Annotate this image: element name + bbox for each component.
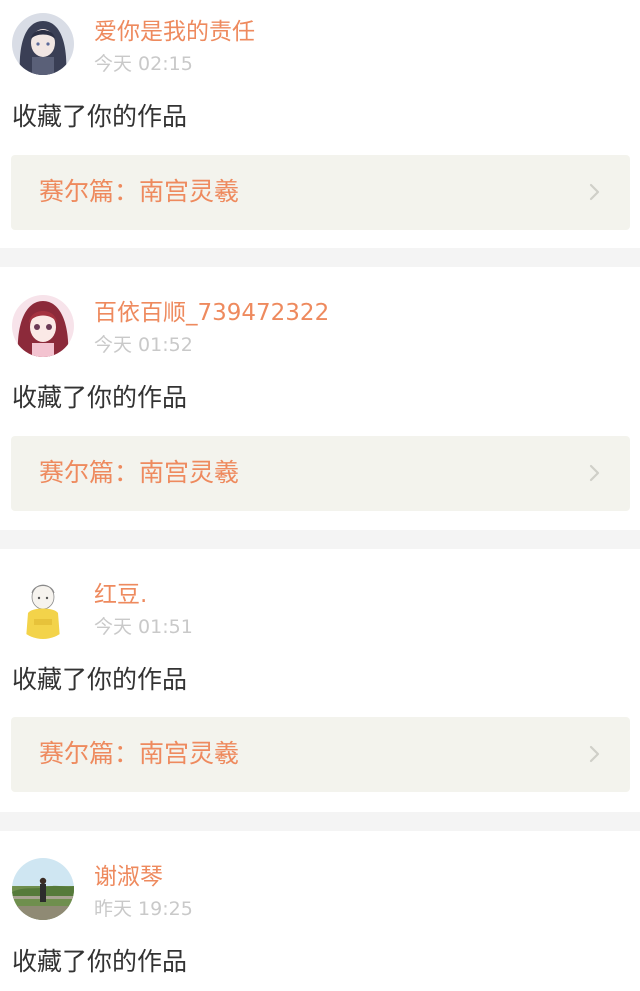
notification-item: 红豆. 今天 01:51 收藏了你的作品 赛尔篇：南宫灵羲	[0, 549, 640, 812]
action-text: 收藏了你的作品	[12, 383, 188, 412]
username[interactable]: 红豆.	[94, 581, 147, 609]
username[interactable]: 百依百顺_739472322	[94, 299, 329, 327]
chevron-right-icon	[586, 745, 604, 763]
anime-dark-hair-avatar-icon	[12, 13, 74, 75]
action-text: 收藏了你的作品	[12, 665, 188, 694]
anime-girl-red-hair-avatar-icon	[12, 295, 74, 357]
avatar[interactable]	[12, 13, 74, 75]
work-link[interactable]: 赛尔篇：南宫灵羲	[11, 717, 630, 792]
notification-item: 爱你是我的责任 今天 02:15 收藏了你的作品 赛尔篇：南宫灵羲	[0, 0, 640, 248]
work-title: 赛尔篇：南宫灵羲	[39, 177, 240, 206]
username[interactable]: 爱你是我的责任	[94, 18, 255, 46]
username[interactable]: 谢淑琴	[94, 863, 163, 891]
work-link[interactable]: 赛尔篇：南宫灵羲	[11, 155, 630, 230]
chevron-right-icon	[586, 183, 604, 201]
separator	[0, 248, 640, 267]
timestamp: 今天 01:52	[94, 334, 193, 356]
avatar[interactable]	[12, 858, 74, 920]
landscape-photo-avatar-icon	[12, 858, 74, 920]
timestamp: 昨天 19:25	[94, 898, 193, 920]
work-link[interactable]: 赛尔篇：南宫灵羲	[11, 436, 630, 511]
chevron-right-icon	[586, 464, 604, 482]
notification-feed[interactable]: 爱你是我的责任 今天 02:15 收藏了你的作品 赛尔篇：南宫灵羲 百依百顺_7…	[0, 0, 640, 991]
work-title: 赛尔篇：南宫灵羲	[39, 458, 240, 487]
notification-item: 百依百顺_739472322 今天 01:52 收藏了你的作品 赛尔篇：南宫灵羲	[0, 267, 640, 530]
timestamp: 今天 01:51	[94, 616, 193, 638]
work-title: 赛尔篇：南宫灵羲	[39, 739, 240, 768]
action-text: 收藏了你的作品	[12, 102, 188, 131]
yellow-sweater-sketch-avatar-icon	[12, 577, 74, 639]
action-text: 收藏了你的作品	[12, 947, 188, 976]
timestamp: 今天 02:15	[94, 53, 193, 75]
separator	[0, 530, 640, 549]
avatar[interactable]	[12, 295, 74, 357]
avatar[interactable]	[12, 577, 74, 639]
separator	[0, 812, 640, 831]
notification-item: 谢淑琴 昨天 19:25 收藏了你的作品	[0, 831, 640, 991]
